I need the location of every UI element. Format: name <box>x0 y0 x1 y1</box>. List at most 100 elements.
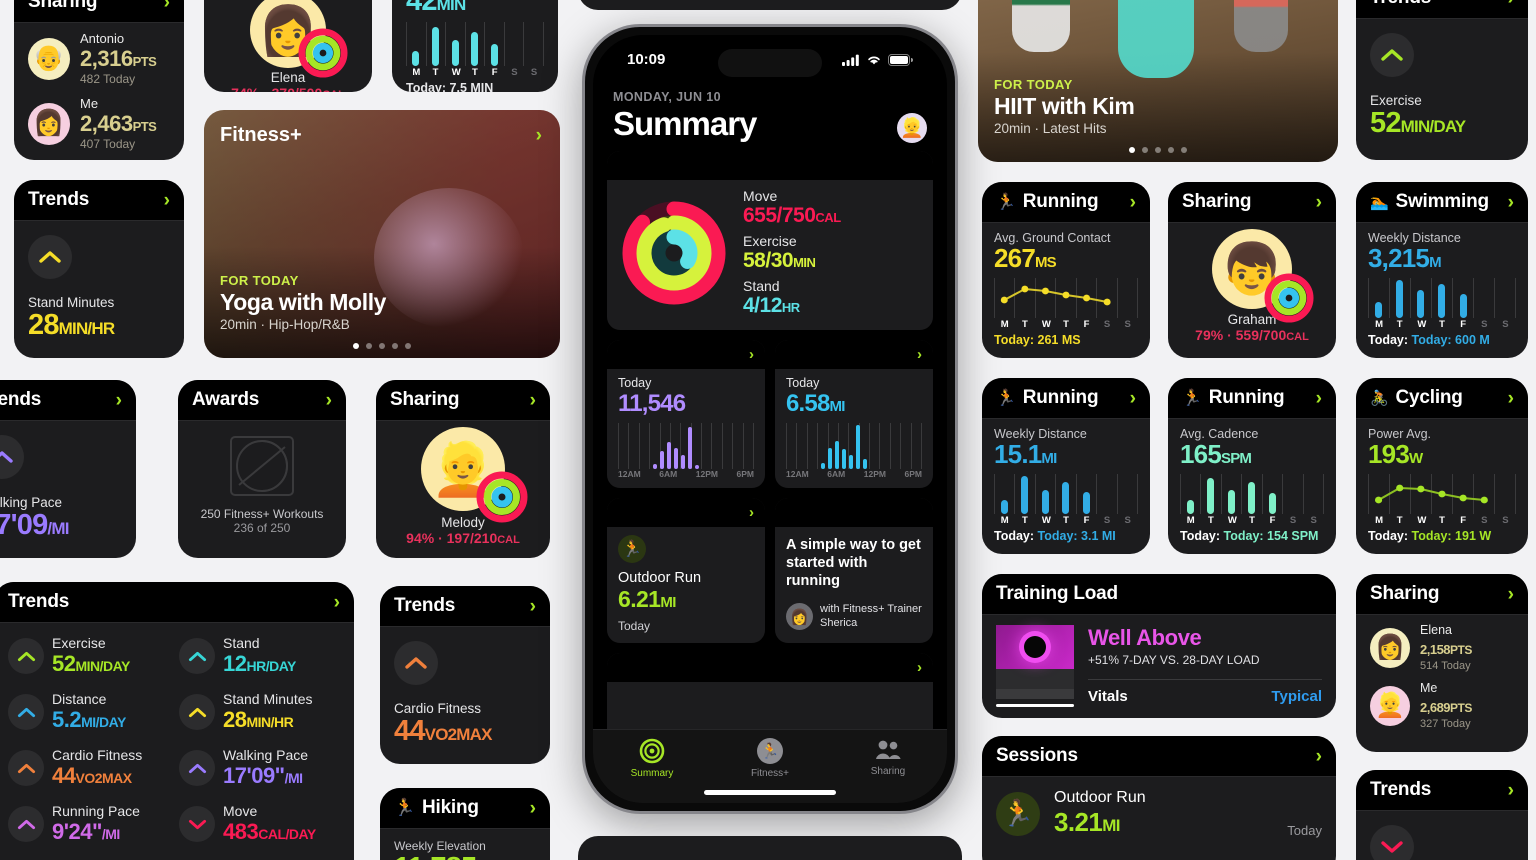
swimming-icon: 🏊 <box>1370 194 1389 211</box>
card-trends-walking-pace[interactable]: Trends › Walking Pace 17'09/MI <box>0 380 136 558</box>
card-training-load[interactable]: Training Load Well Above +51% 7-DAY VS. … <box>982 574 1336 718</box>
axis-tick: 12PM <box>863 469 886 479</box>
tab-fitness-plus[interactable]: 🏃 Fitness+ <box>711 738 829 779</box>
card-sessions[interactable]: Sessions › 🏃 Outdoor Run 6.21MI Today <box>607 498 765 643</box>
metric-value: 655/750CAL <box>743 204 841 227</box>
trend-value: 28MIN/HR <box>223 707 294 732</box>
carousel-dots[interactable] <box>204 343 560 349</box>
card-awards[interactable]: Awards › 250 Fitness+ Workouts 236 of 250 <box>178 380 346 558</box>
chevron-right-icon[interactable]: › <box>326 391 332 410</box>
tab-summary[interactable]: Summary <box>593 738 711 779</box>
card-title: Step Count <box>618 346 698 363</box>
hero-hiit-with-kim[interactable]: FOR TODAY HIIT with Kim 20min · Latest H… <box>978 0 1338 162</box>
hourly-bar-chart <box>786 423 922 469</box>
card-top-partial[interactable] <box>578 0 962 10</box>
chevron-right-icon[interactable]: › <box>530 597 536 616</box>
card-sharing-top[interactable]: Sharing › 👴 Antonio 2,316PTS 482 Today 👩… <box>14 0 184 160</box>
tab-label: Summary <box>630 768 674 779</box>
card-trends-grid[interactable]: Trends › Exercise 52MIN/DAY Stand 12HR/DA… <box>0 582 354 860</box>
today-value: Today: Today: 191 W <box>1368 529 1492 544</box>
trend-up-icon <box>1370 33 1414 77</box>
card-running-weekly-distance[interactable]: 🏃 Running › Weekly Distance 15.1MI MTWTFSS… <box>982 378 1150 554</box>
card-trends-stand-minutes[interactable]: Trends › Stand Minutes 28MIN/HR <box>14 180 184 358</box>
trend-item[interactable]: Stand 12HR/DAY <box>179 635 340 677</box>
chevron-right-icon[interactable]: › <box>530 799 536 818</box>
card-running-ground-contact[interactable]: 🏃 Running › Avg. Ground Contact 267MS MTWT… <box>982 182 1150 358</box>
trend-item[interactable]: Walking Pace 17'09"/MI <box>179 747 340 789</box>
home-indicator <box>704 790 836 795</box>
card-title: 🏃 Hiking <box>394 797 479 818</box>
card-title: Trends <box>1370 779 1432 800</box>
list-item[interactable]: 👩 Me 2,463PTS 407 Today <box>28 96 170 151</box>
running-icon: 🏃 <box>996 791 1040 836</box>
person-name: Me <box>80 96 99 111</box>
card-hiking[interactable]: 🏃 Hiking › Weekly Elevation 11,785FT <box>380 788 550 860</box>
tab-sharing[interactable]: Sharing <box>829 738 947 777</box>
chevron-right-icon[interactable]: › <box>1508 389 1514 408</box>
card-sharing-elena[interactable]: 👩 Elena 74% · 370/500CAL <box>204 0 372 92</box>
trend-label: Move <box>223 803 258 819</box>
chevron-right-icon[interactable]: › <box>1130 389 1136 408</box>
trend-item[interactable]: Distance 5.2MI/DAY <box>8 691 169 733</box>
list-item[interactable]: 👴 Antonio 2,316PTS 482 Today <box>28 31 170 86</box>
chevron-right-icon[interactable]: › <box>749 504 754 521</box>
card-trends-cardio-fitness[interactable]: Trends › Cardio Fitness 44VO2MAX <box>380 586 550 764</box>
cycling-icon: 🚴 <box>1370 390 1389 407</box>
card-swimming[interactable]: 🏊 Swimming › Weekly Distance 3,215M MTWTFS… <box>1356 182 1528 358</box>
carousel-dots[interactable] <box>978 147 1338 153</box>
card-activity-rings[interactable]: Activity Rings Move 655/750CAL Exercise … <box>607 151 933 330</box>
chevron-right-icon[interactable]: › <box>1508 193 1514 212</box>
battery-icon <box>888 53 913 66</box>
trend-item[interactable]: Stand Minutes 28MIN/HR <box>179 691 340 733</box>
trend-value: 12HR/DAY <box>223 651 296 676</box>
trend-item[interactable]: Cardio Fitness 44VO2MAX <box>8 747 169 789</box>
chevron-right-icon[interactable]: › <box>1508 585 1514 604</box>
card-title: 🚴 Cycling <box>1370 387 1463 408</box>
chevron-right-icon[interactable]: › <box>334 593 340 612</box>
hero-yoga-with-molly[interactable]: Fitness+ › FOR TODAY Yoga with Molly 20m… <box>204 110 560 358</box>
chevron-right-icon[interactable]: › <box>164 0 170 12</box>
signal-icon <box>842 54 859 66</box>
hiking-icon: 🏃 <box>394 798 415 817</box>
avatar[interactable]: 👱 <box>897 113 927 143</box>
chevron-right-icon[interactable]: › <box>1508 0 1514 8</box>
chevron-right-icon[interactable]: › <box>164 191 170 210</box>
card-sessions-right[interactable]: Sessions › 🏃 Outdoor Run 3.21MI Today <box>982 736 1336 860</box>
card-trainer-tips[interactable]: Trainer Tips A simple way to get started… <box>775 498 933 643</box>
card-bottom-partial[interactable] <box>578 836 962 860</box>
card-exercise-week[interactable]: 42MIN MTWTFSS Today: 7.5 MIN <box>392 0 558 92</box>
chevron-right-icon[interactable]: › <box>116 391 122 410</box>
chevron-right-icon[interactable]: › <box>917 346 922 363</box>
trend-item[interactable]: Move 483CAL/DAY <box>179 803 340 845</box>
list-item[interactable]: 👱 Me 2,689PTS 327 Today <box>1370 681 1514 730</box>
card-cycling[interactable]: 🚴 Cycling › Power Avg. 193W MTWTFSS Today:… <box>1356 378 1528 554</box>
card-step-count[interactable]: Step Count › Today 11,546 12AM 6AM 12PM … <box>607 340 765 488</box>
card-trends-exercise[interactable]: Trends › Exercise 52MIN/DAY <box>1356 0 1528 160</box>
chevron-right-icon[interactable]: › <box>1130 193 1136 212</box>
card-sharing-bottom[interactable]: Sharing › 👩 Elena 2,158PTS 514 Today 👱 Me… <box>1356 574 1528 752</box>
card-running-cadence[interactable]: 🏃 Running › Avg. Cadence 165SPM MTWTFSS To… <box>1168 378 1336 554</box>
card-title: Activity Rings <box>618 157 719 174</box>
running-icon: 🏃 <box>996 194 1016 211</box>
metric-value: 15.1MI <box>994 439 1057 469</box>
card-trends-bottom[interactable]: Trends › <box>1356 770 1528 860</box>
axis-tick: 12AM <box>786 469 809 479</box>
chevron-right-icon[interactable]: › <box>536 126 542 145</box>
chevron-right-icon[interactable]: › <box>1316 389 1322 408</box>
card-sharing-graham[interactable]: Sharing › 👦 Graham 79% · 559/700CAL <box>1168 182 1336 358</box>
chevron-right-icon[interactable]: › <box>917 659 922 676</box>
metric-value: 4/12HR <box>743 294 800 317</box>
card-step-distance[interactable]: Step Distance › Today 6.58MI 12AM 6AM 12… <box>775 340 933 488</box>
person-points: 2,158PTS <box>1420 642 1472 657</box>
award-progress: 236 of 250 <box>233 521 291 535</box>
chevron-right-icon[interactable]: › <box>530 391 536 410</box>
trend-item[interactable]: Running Pace 9'24"/MI <box>8 803 169 845</box>
chevron-right-icon[interactable]: › <box>1316 193 1322 212</box>
trend-item[interactable]: Exercise 52MIN/DAY <box>8 635 169 677</box>
chevron-right-icon[interactable]: › <box>1508 781 1514 800</box>
chevron-right-icon[interactable]: › <box>749 346 754 363</box>
iphone-device: 10:09 MONDAY, JUN 10 Summary 👱 Activity … <box>582 24 958 814</box>
chevron-right-icon[interactable]: › <box>1316 747 1322 766</box>
card-sharing-melody[interactable]: Sharing › 👱 Melody 94% · 197/210CAL <box>376 380 550 558</box>
list-item[interactable]: 👩 Elena 2,158PTS 514 Today <box>1370 623 1514 672</box>
